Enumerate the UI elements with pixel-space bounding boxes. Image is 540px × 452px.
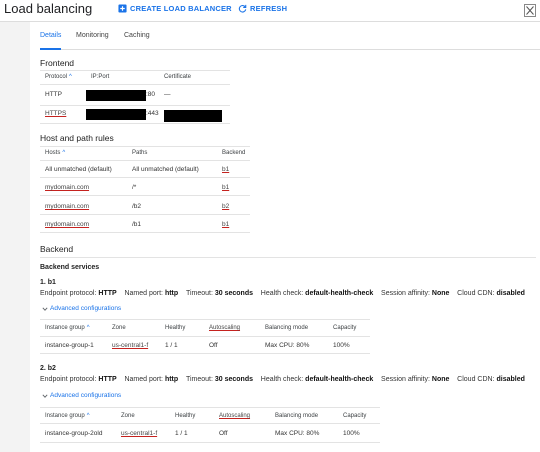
refresh-label: REFRESH [250,4,288,13]
service-properties: Endpoint protocol: HTTP Named port: http… [40,376,525,383]
column-header-instance-group[interactable]: Instance group ^ [45,413,90,419]
column-header-autoscaling: Autoscaling [219,413,251,419]
capacity-cell: 100% [343,430,360,437]
sort-up-icon: ^ [86,413,90,419]
column-header-balancing-mode: Balancing mode [265,325,309,331]
column-header-instance-group[interactable]: Instance group ^ [45,325,90,331]
zone-link[interactable]: us-central1-f [112,342,148,349]
divider [40,70,230,71]
path-cell: All unmatched (default) [132,166,199,173]
details-panel: Details Monitoring Caching Frontend Prot… [30,22,540,452]
backend-heading: Backend [40,244,74,254]
chevron-down-icon [42,393,48,398]
frontend-port: :443 [146,110,159,117]
divider [40,336,370,337]
instance-group-cell: instance-group-2old [45,430,103,437]
column-header-zone: Zone [112,325,126,331]
tab-monitoring[interactable]: Monitoring [76,32,109,39]
column-header-protocol[interactable]: Protocol ^ [45,74,72,80]
column-header-paths: Paths [132,150,148,156]
column-header-zone: Zone [121,413,135,419]
path-cell: /* [132,184,137,191]
healthy-cell: 1 / 1 [165,342,178,349]
host-link[interactable]: mydomain.com [45,221,89,228]
sort-up-icon: ^ [86,325,90,331]
redacted-ip [86,109,146,120]
tab-caching[interactable]: Caching [124,32,150,39]
divider [40,105,230,106]
instance-group-cell: instance-group-1 [45,342,94,349]
divider [40,214,250,215]
divider [40,195,250,196]
column-header-balancing-mode: Balancing mode [275,413,319,419]
tab-details[interactable]: Details [40,32,62,50]
backend-service-name: 2. b2 [40,365,56,372]
backend-link[interactable]: b2 [222,203,229,210]
column-header-capacity: Capacity [333,325,357,331]
balancing-mode-cell: Max CPU: 80% [265,342,310,349]
refresh-button[interactable]: REFRESH [238,4,287,13]
column-header-healthy: Healthy [175,413,196,419]
divider [40,160,250,161]
frontend-heading: Frontend [40,58,75,68]
host-path-heading: Host and path rules [40,133,114,143]
column-header-backend: Backend [222,150,246,156]
refresh-icon [238,4,247,13]
divider [40,257,536,258]
redacted-ip [86,90,146,101]
divider [40,123,230,124]
path-cell: /b2 [132,203,142,210]
divider [40,232,250,233]
divider [40,84,230,85]
divider [40,442,380,443]
more-vert-icon[interactable] [524,4,536,17]
frontend-protocol-link[interactable]: HTTPS [45,110,66,117]
advanced-configurations-label: Advanced configurations [50,305,122,312]
host-link[interactable]: mydomain.com [45,184,89,191]
service-properties: Endpoint protocol: HTTP Named port: http… [40,290,525,297]
top-bar: Load balancing CREATE LOAD BALANCER REFR… [0,0,540,22]
column-header-capacity: Capacity [343,413,367,419]
backend-link[interactable]: b1 [222,166,229,173]
column-header-certificate: Certificate [164,74,192,80]
divider [40,407,380,408]
divider [40,177,250,178]
healthy-cell: 1 / 1 [175,430,188,437]
backend-link[interactable]: b1 [222,221,229,228]
backend-link[interactable]: b1 [222,184,229,191]
frontend-port: :80 [146,91,156,98]
backend-service-name: 1. b1 [40,279,56,286]
host-link[interactable]: mydomain.com [45,203,89,210]
divider [40,146,250,147]
divider [40,319,370,320]
frontend-certificate: — [164,91,171,98]
sort-up-icon: ^ [69,74,72,80]
add-box-icon [118,4,127,13]
column-header-autoscaling: Autoscaling [209,325,241,331]
host-cell: All unmatched (default) [45,166,112,173]
create-load-balancer-button[interactable]: CREATE LOAD BALANCER [118,4,232,13]
divider [40,353,370,354]
autoscaling-cell: Off [209,342,218,349]
zone-link[interactable]: us-central1-f [121,430,157,437]
divider [40,423,380,424]
page-title: Load balancing [4,1,93,16]
autoscaling-cell: Off [219,430,228,437]
create-load-balancer-label: CREATE LOAD BALANCER [130,4,232,13]
advanced-configurations-label: Advanced configurations [50,392,122,399]
balancing-mode-cell: Max CPU: 80% [275,430,320,437]
path-cell: /b1 [132,221,142,228]
column-header-healthy: Healthy [165,325,186,331]
redacted-certificate [164,110,222,122]
tab-bar: Details Monitoring Caching [40,32,540,50]
sort-up-icon: ^ [62,150,66,156]
frontend-protocol: HTTP [45,91,62,98]
column-header-hosts[interactable]: Hosts ^ [45,150,65,156]
backend-services-label: Backend services [40,264,100,271]
advanced-configurations-toggle[interactable]: Advanced configurations [42,305,121,312]
column-header-ip-port: IP:Port [91,74,110,80]
chevron-down-icon [42,306,48,311]
capacity-cell: 100% [333,342,350,349]
advanced-configurations-toggle[interactable]: Advanced configurations [42,392,121,399]
